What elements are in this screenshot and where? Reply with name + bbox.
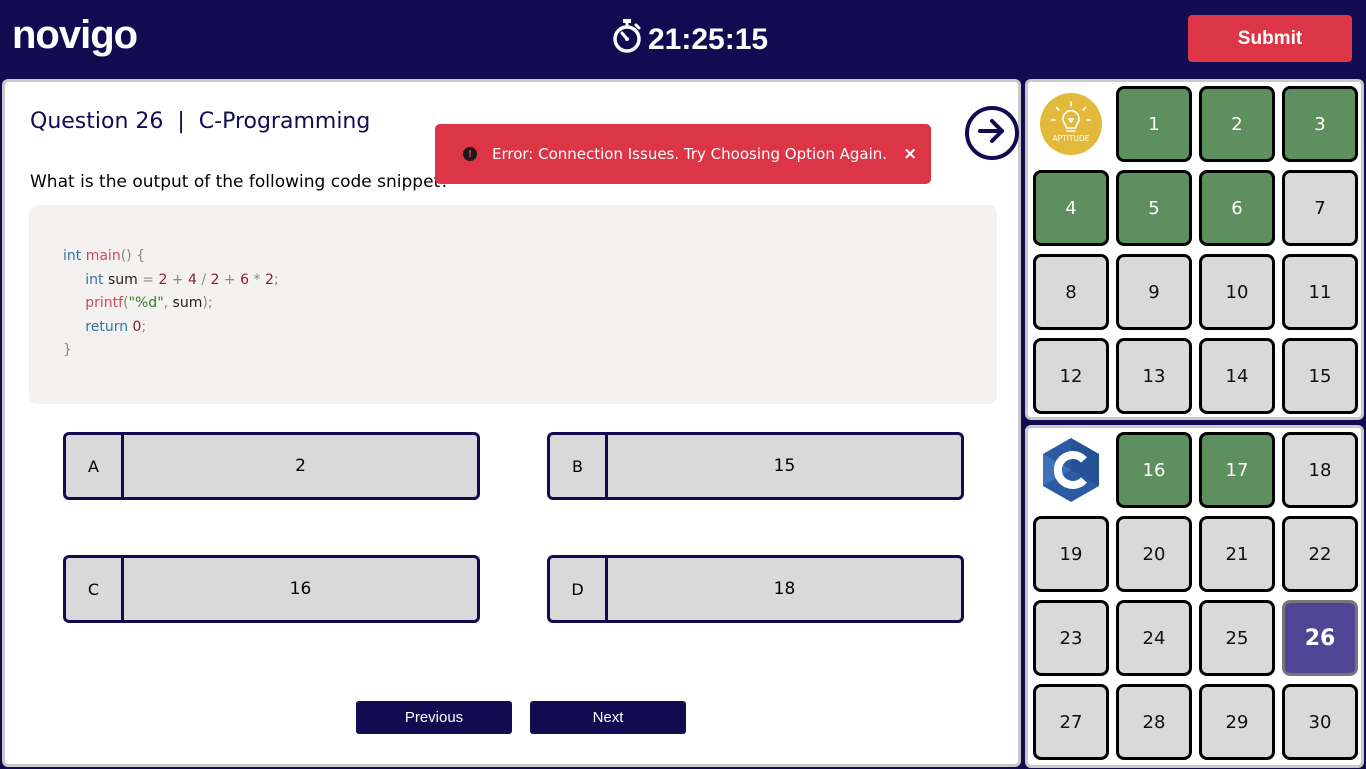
stopwatch-icon [612, 19, 642, 61]
question-nav-9[interactable]: 9 [1116, 254, 1192, 330]
code-line: int sum = 2 + 4 / 2 + 6 * 2; [85, 271, 279, 288]
c-programming-section-panel: 16 17 18 19 20 21 22 23 24 25 26 27 28 29 30 [1025, 425, 1364, 768]
question-nav-23[interactable]: 23 [1033, 600, 1109, 676]
error-toast: ! Error: Connection Issues. Try Choosing… [435, 124, 931, 184]
option-value: 16 [289, 579, 312, 599]
question-nav-14[interactable]: 14 [1199, 338, 1275, 414]
novigo-logo: novigo [12, 13, 138, 57]
question-nav-18[interactable]: 18 [1282, 432, 1358, 508]
question-title: Question 26 | C-Programming [30, 109, 371, 134]
option-letter: D [550, 558, 608, 620]
question-nav-12[interactable]: 12 [1033, 338, 1109, 414]
question-nav-25[interactable]: 25 [1199, 600, 1275, 676]
option-d[interactable]: D 18 [547, 555, 964, 623]
option-a[interactable]: A 2 [63, 432, 480, 500]
top-header: novigo 21:25:15 Submit [0, 0, 1366, 77]
question-nav-29[interactable]: 29 [1199, 684, 1275, 760]
next-section-button[interactable] [965, 106, 1019, 160]
code-line: return 0; [85, 318, 147, 335]
timer-value: 21:25:15 [648, 23, 769, 56]
option-value: 18 [773, 579, 796, 599]
svg-text:APTITUDE: APTITUDE [1052, 134, 1089, 143]
option-value: 2 [295, 456, 306, 476]
question-nav-5[interactable]: 5 [1116, 170, 1192, 246]
question-nav-8[interactable]: 8 [1033, 254, 1109, 330]
code-line: int main() { [63, 248, 145, 264]
c-language-logo[interactable] [1033, 432, 1109, 508]
question-nav-26[interactable]: 26 [1282, 600, 1358, 676]
aptitude-section-panel: APTITUDE 1 2 3 4 5 6 7 8 9 10 11 12 13 14 15 [1025, 79, 1364, 420]
code-line: printf("%d", sum); [85, 295, 213, 311]
previous-button[interactable]: Previous [356, 701, 512, 734]
question-nav-6[interactable]: 6 [1199, 170, 1275, 246]
question-nav-11[interactable]: 11 [1282, 254, 1358, 330]
question-nav-4[interactable]: 4 [1033, 170, 1109, 246]
question-nav-21[interactable]: 21 [1199, 516, 1275, 592]
question-nav-20[interactable]: 20 [1116, 516, 1192, 592]
question-nav-28[interactable]: 28 [1116, 684, 1192, 760]
question-nav-17[interactable]: 17 [1199, 432, 1275, 508]
submit-button[interactable]: Submit [1188, 15, 1352, 62]
question-nav-15[interactable]: 15 [1282, 338, 1358, 414]
question-nav-27[interactable]: 27 [1033, 684, 1109, 760]
aptitude-logo[interactable]: APTITUDE [1033, 86, 1109, 162]
question-text: What is the output of the following code… [30, 172, 450, 192]
option-letter: B [550, 435, 608, 497]
code-snippet: int main() { int sum = 2 + 4 / 2 + 6 * 2… [29, 205, 997, 404]
question-nav-13[interactable]: 13 [1116, 338, 1192, 414]
question-nav-24[interactable]: 24 [1116, 600, 1192, 676]
arrow-right-icon [977, 118, 1007, 148]
exclamation-icon: ! [463, 147, 477, 161]
option-letter: A [66, 435, 124, 497]
close-icon[interactable]: × [903, 144, 917, 164]
next-button[interactable]: Next [530, 701, 686, 734]
option-value: 15 [773, 456, 796, 476]
question-nav-7[interactable]: 7 [1282, 170, 1358, 246]
code-line: } [63, 342, 72, 358]
question-nav-1[interactable]: 1 [1116, 86, 1192, 162]
question-nav-10[interactable]: 10 [1199, 254, 1275, 330]
question-nav-3[interactable]: 3 [1282, 86, 1358, 162]
question-nav-16[interactable]: 16 [1116, 432, 1192, 508]
question-nav-2[interactable]: 2 [1199, 86, 1275, 162]
question-nav-22[interactable]: 22 [1282, 516, 1358, 592]
question-nav-19[interactable]: 19 [1033, 516, 1109, 592]
toast-message: Error: Connection Issues. Try Choosing O… [492, 145, 888, 163]
question-nav-30[interactable]: 30 [1282, 684, 1358, 760]
exam-timer: 21:25:15 [612, 19, 769, 61]
option-c[interactable]: C 16 [63, 555, 480, 623]
option-b[interactable]: B 15 [547, 432, 964, 500]
option-letter: C [66, 558, 124, 620]
